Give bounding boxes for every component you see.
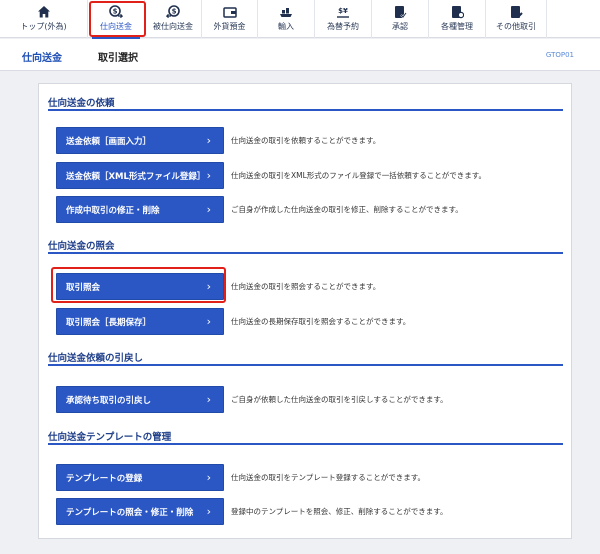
- section-heading-recall: 仕向送金依頼の引戻し: [48, 346, 563, 366]
- chevron-right-icon: ›: [206, 393, 211, 406]
- nav-item-outgoing-remittance[interactable]: $ 仕向送金: [88, 0, 144, 39]
- nav-label-foreign-deposit: 外貨預金: [213, 22, 246, 31]
- import-icon: [280, 8, 292, 17]
- approval-icon: [395, 6, 407, 19]
- button-label: 承認待ち取引の引戻し: [66, 395, 152, 406]
- nav-item-fx-contract[interactable]: $¥ 為替予約: [315, 0, 371, 38]
- nav-item-other-transactions[interactable]: その他取引: [486, 0, 546, 38]
- nav-item-top[interactable]: トップ(外為): [0, 0, 87, 38]
- button-label: テンプレートの照会・修正・削除: [66, 507, 194, 518]
- home-icon: [37, 6, 50, 18]
- management-icon: [452, 6, 464, 19]
- recall-pending-transactions-button[interactable]: 承認待ち取引の引戻し ›: [56, 386, 224, 413]
- section-heading-inquiry: 仕向送金の照会: [48, 234, 563, 254]
- section-heading-request: 仕向送金の依頼: [48, 91, 563, 111]
- chevron-right-icon: ›: [206, 134, 211, 147]
- manage-templates-button[interactable]: テンプレートの照会・修正・削除 ›: [56, 498, 224, 525]
- nav-item-approval[interactable]: 承認: [372, 0, 428, 38]
- breadcrumb-section: 仕向送金: [22, 53, 62, 64]
- nav-label-other-transactions: その他取引: [496, 22, 536, 31]
- transaction-selection-panel: 仕向送金の依頼 送金依頼［画面入力］ › 仕向送金の取引を依頼することができます…: [38, 83, 572, 539]
- top-navigation: トップ(外為) $ 仕向送金 $ 被仕向送金 外貨預金 輸入 $¥ 為替予約 承…: [0, 0, 600, 39]
- chevron-right-icon: ›: [206, 471, 211, 484]
- nav-label-incoming-remittance: 被仕向送金: [153, 22, 193, 31]
- nav-label-approval: 承認: [392, 22, 408, 31]
- nav-item-incoming-remittance[interactable]: $ 被仕向送金: [145, 0, 201, 38]
- foreign-deposit-icon: [222, 7, 237, 18]
- remittance-request-xml-desc: 仕向送金の取引をXML形式のファイル登録で一括依頼することができます。: [231, 171, 487, 180]
- chevron-right-icon: ›: [206, 280, 211, 293]
- incoming-remittance-icon: $: [166, 5, 180, 19]
- button-label: 送金依頼［画面入力］: [66, 136, 152, 147]
- screen-id: GTOP01: [545, 51, 574, 59]
- chevron-right-icon: ›: [206, 505, 211, 518]
- register-template-desc: 仕向送金の取引をテンプレート登録することができます。: [231, 473, 426, 482]
- nav-item-import[interactable]: 輸入: [258, 0, 314, 38]
- nav-item-foreign-deposit[interactable]: 外貨預金: [202, 0, 257, 38]
- svg-text:$¥: $¥: [338, 7, 348, 15]
- button-label: 取引照会: [66, 282, 101, 293]
- transaction-inquiry-button[interactable]: 取引照会 ›: [56, 273, 224, 300]
- nav-label-import: 輸入: [278, 22, 294, 31]
- chevron-right-icon: ›: [206, 315, 211, 328]
- nav-label-management: 各種管理: [441, 22, 473, 31]
- transaction-inquiry-longterm-button[interactable]: 取引照会［長期保存］ ›: [56, 308, 224, 335]
- edit-draft-transactions-desc: ご自身が作成した仕向送金の取引を修正、削除することができます。: [231, 205, 463, 214]
- chevron-right-icon: ›: [206, 203, 211, 216]
- nav-label-fx-contract: 為替予約: [327, 22, 359, 31]
- chevron-right-icon: ›: [206, 169, 211, 182]
- button-label: テンプレートの登録: [66, 473, 143, 484]
- recall-pending-transactions-desc: ご自身が依頼した仕向送金の取引を引戻しすることができます。: [231, 395, 448, 404]
- button-label: 取引照会［長期保存］: [66, 317, 152, 328]
- page-title: 取引選択: [98, 53, 138, 64]
- nav-label-top: トップ(外為): [20, 22, 67, 31]
- transaction-inquiry-longterm-desc: 仕向送金の長期保存取引を照会することができます。: [231, 317, 411, 326]
- section-heading-templates: 仕向送金テンプレートの管理: [48, 425, 563, 445]
- nav-divider: [546, 0, 547, 38]
- transaction-inquiry-desc: 仕向送金の取引を照会することができます。: [231, 282, 381, 291]
- button-label: 作成中取引の修正・削除: [66, 205, 160, 216]
- nav-item-management[interactable]: 各種管理: [429, 0, 485, 38]
- button-label: 送金依頼［XML形式ファイル登録］: [66, 171, 206, 182]
- remittance-request-screen-button[interactable]: 送金依頼［画面入力］ ›: [56, 127, 224, 154]
- remittance-request-screen-desc: 仕向送金の取引を依頼することができます。: [231, 136, 381, 145]
- outgoing-remittance-icon: $: [109, 5, 123, 19]
- svg-text:$: $: [172, 8, 177, 16]
- remittance-request-xml-button[interactable]: 送金依頼［XML形式ファイル登録］ ›: [56, 162, 224, 189]
- fx-contract-icon: $¥: [337, 7, 349, 18]
- svg-text:$: $: [113, 8, 118, 16]
- other-transactions-icon: [511, 6, 523, 18]
- register-template-button[interactable]: テンプレートの登録 ›: [56, 464, 224, 491]
- title-bar: 仕向送金 取引選択 GTOP01: [0, 39, 600, 71]
- edit-draft-transactions-button[interactable]: 作成中取引の修正・削除 ›: [56, 196, 224, 223]
- nav-label-outgoing-remittance: 仕向送金: [100, 22, 132, 31]
- manage-templates-desc: 登録中のテンプレートを照会、修正、削除することができます。: [231, 507, 448, 516]
